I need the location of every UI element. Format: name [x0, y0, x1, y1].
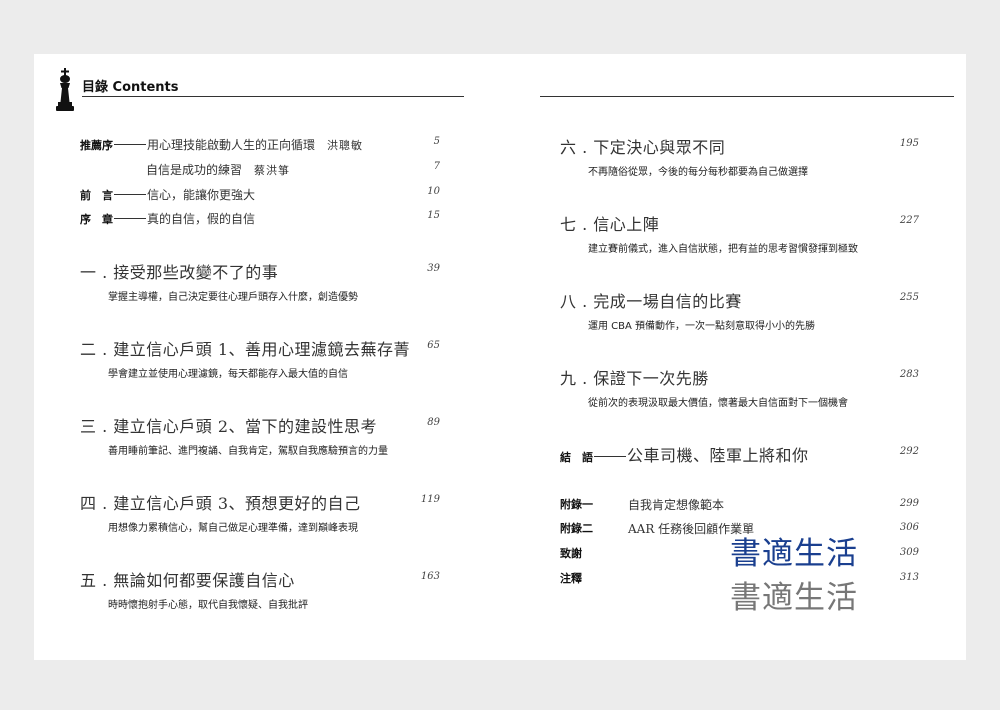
page-number: 39: [427, 263, 440, 274]
entry-label: 附錄二: [560, 522, 593, 535]
front-matter-entry: 序 章 真的自信，假的自信: [80, 208, 255, 227]
entry-label: 附錄一: [560, 498, 593, 511]
page-number: 15: [427, 210, 440, 221]
chapter-title: 七 . 信心上陣: [560, 215, 660, 234]
entry-title: 自信是成功的練習: [146, 163, 243, 177]
entry-author: 蔡洪箏: [254, 164, 291, 177]
book-spread: 目錄 Contents 推薦序 用心理技能啟動人生的正向循環 洪聰敏 5 自信是成功…: [34, 54, 966, 660]
dash-rule: [114, 144, 146, 145]
chapter-desc: 善用睡前筆記、進門複誦、自我肯定，駕馭自我應驗預言的力量: [108, 446, 388, 457]
chapter-desc: 運用 CBA 預備動作，一次一點刻意取得小小的先勝: [588, 321, 816, 332]
front-matter-entry: 前 言 信心，能讓你更強大: [80, 184, 255, 203]
watermark-text-blue: 書適生活: [730, 536, 858, 572]
chapter-desc: 學會建立並使用心理濾鏡，每天都能存入最大值的自信: [108, 369, 348, 380]
entry-title: 自我肯定想像範本: [628, 498, 725, 512]
entry-label: 結 語: [560, 451, 593, 464]
page-number: 163: [420, 571, 440, 582]
chapter-title: 二 . 建立信心戶頭 1、善用心理濾鏡去蕪存菁: [80, 340, 411, 359]
entry-title: 真的自信，假的自信: [147, 212, 256, 226]
entry-title: 信心，能讓你更強大: [147, 188, 256, 202]
page-number: 306: [899, 522, 919, 533]
dash-rule: [114, 218, 146, 219]
front-matter-entry: 推薦序 用心理技能啟動人生的正向循環 洪聰敏: [80, 134, 363, 153]
chapter-desc: 時時懷抱射手心態，取代自我懷疑、自我批評: [108, 600, 308, 611]
chapter-desc: 掌握主導權，自己決定要往心理戶頭存入什麼，創造優勢: [108, 292, 358, 303]
page-number: 255: [899, 292, 919, 303]
chapter-title: 六 . 下定決心與眾不同: [560, 138, 726, 157]
entry-author: 洪聰敏: [327, 139, 364, 152]
chapter-title: 九 . 保證下一次先勝: [560, 369, 709, 388]
header-rule-left: [82, 96, 464, 97]
page-number: 313: [899, 572, 919, 583]
watermark-text-gray: 書適生活: [730, 580, 858, 616]
entry-title: 公車司機、陸軍上將和你: [627, 446, 809, 465]
entry-title: 用心理技能啟動人生的正向循環: [147, 138, 316, 152]
chapter-title: 三 . 建立信心戶頭 2、當下的建設性思考: [80, 417, 378, 436]
chapter-desc: 用想像力累積信心，幫自己做足心理準備，達到巔峰表現: [108, 523, 358, 534]
entry-label: 推薦序: [80, 139, 113, 152]
page-number: 283: [899, 369, 919, 380]
page-number: 89: [427, 417, 440, 428]
page-number: 299: [899, 498, 919, 509]
conclusion-entry: 結 語 公車司機、陸軍上將和你: [560, 442, 809, 466]
entry-label: 致謝: [560, 547, 582, 560]
chapter-desc: 建立賽前儀式，進入自信狀態，把有益的思考習慣發揮到極致: [588, 244, 858, 255]
page-number: 7: [433, 161, 440, 172]
chapter-title: 四 . 建立信心戶頭 3、預想更好的自己: [80, 494, 361, 513]
chess-king-icon: [56, 68, 74, 111]
chapter-desc: 從前次的表現汲取最大價值，懷著最大自信面對下一個機會: [588, 398, 848, 409]
page-number: 10: [427, 186, 440, 197]
page-title: 目錄 Contents: [82, 80, 179, 95]
chapter-desc: 不再隨俗從眾，今後的每分每秒都要為自己做選擇: [588, 167, 808, 178]
front-matter-entry: 自信是成功的練習 蔡洪箏: [146, 159, 290, 178]
page-number: 195: [899, 138, 919, 149]
page-number: 119: [420, 494, 440, 505]
page-number: 5: [433, 136, 440, 147]
page-number: 309: [899, 547, 919, 558]
chapter-title: 五 . 無論如何都要保護自信心: [80, 571, 295, 590]
chapter-title: 一 . 接受那些改變不了的事: [80, 263, 279, 282]
entry-label: 注釋: [560, 572, 582, 585]
page-number: 292: [899, 446, 919, 457]
page-number: 227: [899, 215, 919, 226]
dash-rule: [114, 194, 146, 195]
dash-rule: [594, 456, 626, 457]
page-number: 65: [427, 340, 440, 351]
chapter-title: 八 . 完成一場自信的比賽: [560, 292, 742, 311]
entry-label: 序 章: [80, 213, 113, 226]
entry-label: 前 言: [80, 189, 113, 202]
header-rule-right: [540, 96, 954, 97]
